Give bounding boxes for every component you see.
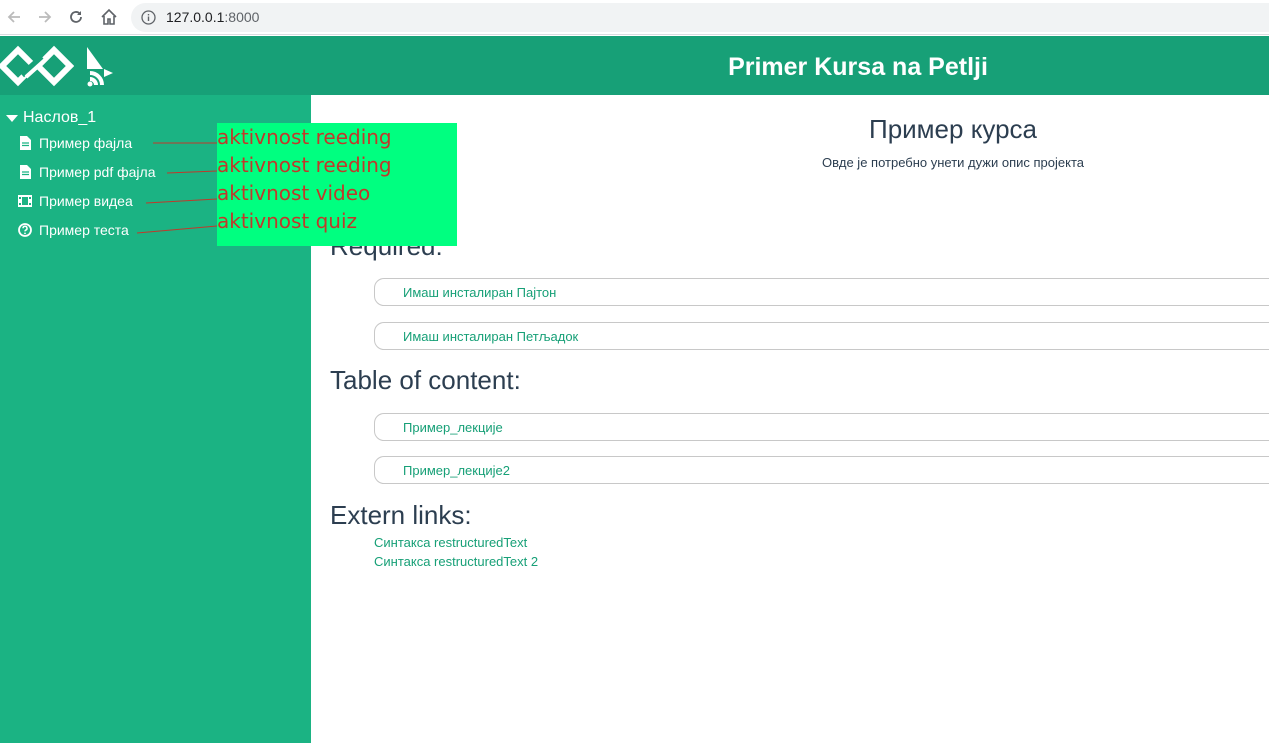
sidebar-item-quiz[interactable]: Пример теста bbox=[17, 220, 129, 240]
toc-item[interactable]: Пример_лекције bbox=[374, 413, 1269, 441]
sidebar-item-video[interactable]: Пример видеа bbox=[17, 191, 133, 211]
extern-links-heading: Extern links: bbox=[330, 500, 472, 530]
toc-heading: Table of content: bbox=[330, 365, 521, 395]
forward-button[interactable] bbox=[33, 5, 57, 29]
extern-link[interactable]: Синтакса restructuredText bbox=[374, 535, 527, 550]
reload-button[interactable] bbox=[64, 5, 88, 29]
sidebar-section-toggle[interactable]: Наслов_1 bbox=[6, 109, 96, 127]
sidebar-section-title: Наслов_1 bbox=[23, 109, 97, 126]
arrow-right-icon bbox=[39, 11, 52, 23]
arrow-left-icon bbox=[7, 11, 20, 23]
annotation-label: aktivnost reeding bbox=[217, 153, 392, 177]
extern-link[interactable]: Синтакса restructuredText 2 bbox=[374, 554, 538, 569]
address-bar[interactable]: 127.0.0.1:8000 bbox=[131, 3, 1269, 32]
file-icon bbox=[17, 164, 33, 180]
url-port: :8000 bbox=[224, 9, 260, 25]
annotation-label: aktivnost quiz bbox=[217, 209, 358, 233]
url-host: 127.0.0.1 bbox=[166, 9, 225, 25]
caret-down-icon bbox=[6, 114, 18, 122]
info-icon[interactable] bbox=[141, 10, 156, 30]
petljadoc-logo[interactable] bbox=[84, 45, 116, 92]
home-button[interactable] bbox=[97, 5, 121, 29]
sidebar-item-label: Пример pdf фајла bbox=[39, 164, 156, 180]
file-icon bbox=[17, 135, 33, 151]
back-button[interactable] bbox=[2, 5, 26, 29]
site-title: Primer Kursa na Petlji bbox=[728, 53, 988, 81]
toc-item[interactable]: Пример_лекције2 bbox=[374, 456, 1269, 484]
petlja-logo[interactable] bbox=[0, 45, 75, 92]
film-icon bbox=[17, 193, 33, 209]
sidebar-item-pdf[interactable]: Пример pdf фајла bbox=[17, 162, 155, 182]
reload-icon bbox=[70, 11, 82, 23]
sidebar-item-label: Пример теста bbox=[39, 222, 129, 238]
home-icon bbox=[101, 8, 117, 25]
sidebar-item-file[interactable]: Пример фајла bbox=[17, 133, 132, 153]
required-item[interactable]: Имаш инсталиран Петљадок bbox=[374, 322, 1269, 350]
sidebar-item-label: Пример фајла bbox=[39, 135, 133, 151]
question-circle-icon bbox=[17, 222, 33, 238]
annotation-label: aktivnost reeding bbox=[217, 125, 392, 149]
site-header: Primer Kursa na Petlji bbox=[0, 36, 1269, 95]
annotation-box: aktivnost reeding aktivnost reeding akti… bbox=[217, 123, 457, 246]
sidebar-item-label: Пример видеа bbox=[39, 193, 133, 209]
required-item[interactable]: Имаш инсталиран Пајтон bbox=[374, 278, 1269, 306]
url-text: 127.0.0.1:8000 bbox=[166, 9, 259, 25]
browser-toolbar: 127.0.0.1:8000 bbox=[0, 0, 1269, 35]
annotation-label: aktivnost video bbox=[217, 181, 371, 205]
